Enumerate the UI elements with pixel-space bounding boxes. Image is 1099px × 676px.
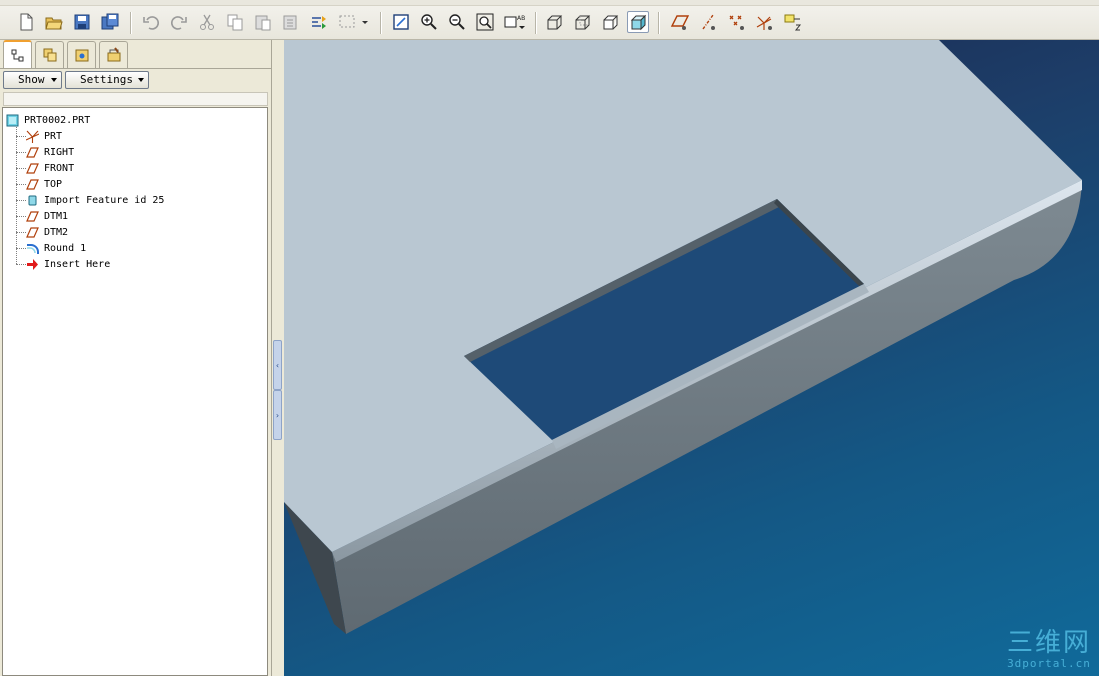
navigator-panel: Show Settings PRT0002.PRT PRT RIGHT FRON… bbox=[0, 40, 271, 676]
repaint-icon[interactable] bbox=[390, 11, 412, 33]
chevron-down-icon bbox=[138, 78, 144, 82]
watermark-url: 3dportal.cn bbox=[1007, 657, 1091, 670]
datum-planes-icon[interactable] bbox=[668, 11, 692, 33]
favorites-tab[interactable] bbox=[99, 41, 128, 68]
watermark: 三维网 3dportal.cn bbox=[1007, 629, 1091, 670]
chevron-down-icon bbox=[51, 78, 57, 82]
tree-connector bbox=[16, 122, 17, 264]
paste-icon[interactable] bbox=[252, 11, 274, 33]
collapse-left-button[interactable]: ‹ bbox=[273, 340, 282, 390]
hidden-line-icon[interactable] bbox=[571, 11, 593, 33]
watermark-title: 三维网 bbox=[1006, 628, 1091, 658]
tree-item-label: FRONT bbox=[44, 162, 75, 174]
copy-icon[interactable] bbox=[224, 11, 246, 33]
select-box-icon[interactable] bbox=[336, 11, 372, 33]
toolbar-separator bbox=[658, 12, 660, 34]
menu-bar-edge bbox=[0, 0, 1099, 6]
tree-item-prt[interactable]: PRT bbox=[25, 128, 62, 144]
settings-label: Settings bbox=[80, 73, 133, 86]
tree-item-label: Import Feature id 25 bbox=[44, 194, 165, 206]
tree-item-front[interactable]: FRONT bbox=[25, 160, 74, 176]
import-feature-icon bbox=[25, 193, 39, 207]
model-tree-tab[interactable] bbox=[3, 40, 32, 69]
model-tree: PRT0002.PRT PRT RIGHT FRONT TOP Import F… bbox=[2, 107, 268, 676]
refit-icon[interactable] bbox=[474, 11, 496, 33]
datum-axes-icon[interactable] bbox=[697, 11, 721, 33]
datum-points-icon[interactable] bbox=[725, 11, 749, 33]
tree-item-label: RIGHT bbox=[44, 146, 75, 158]
saved-views-icon[interactable]: AB bbox=[502, 11, 528, 33]
redo-icon[interactable] bbox=[168, 11, 190, 33]
open-icon[interactable] bbox=[43, 11, 65, 33]
tree-item-label: TOP bbox=[44, 178, 63, 190]
datum-plane-icon bbox=[25, 209, 39, 223]
annotations-icon[interactable] bbox=[781, 11, 805, 33]
wireframe-icon[interactable] bbox=[543, 11, 565, 33]
tree-item-label: DTM1 bbox=[44, 210, 69, 222]
favorites-icon bbox=[107, 47, 120, 62]
tree-item-import-feature[interactable]: Import Feature id 25 bbox=[25, 192, 164, 208]
app-window: AB Show Settings PRT0002.PRT PRT RIGHT F… bbox=[0, 0, 1099, 676]
toolbar-separator bbox=[535, 12, 537, 34]
main-toolbar: AB bbox=[0, 0, 1099, 40]
tree-item-label: Round 1 bbox=[44, 242, 87, 254]
cut-icon[interactable] bbox=[196, 11, 218, 33]
graphics-viewport[interactable]: 三维网 3dportal.cn bbox=[284, 40, 1099, 676]
no-hidden-icon[interactable] bbox=[599, 11, 621, 33]
datum-plane-icon bbox=[25, 145, 39, 159]
settings-dropdown[interactable]: Settings bbox=[65, 71, 149, 89]
tree-item-dtm2[interactable]: DTM2 bbox=[25, 224, 68, 240]
regenerate-icon[interactable] bbox=[308, 11, 330, 33]
new-icon[interactable] bbox=[15, 11, 37, 33]
zoom-in-icon[interactable] bbox=[418, 11, 440, 33]
round-icon bbox=[25, 241, 39, 255]
model-tree-icon bbox=[11, 49, 23, 61]
coord-sys-icon[interactable] bbox=[753, 11, 777, 33]
tree-item-insert-here[interactable]: Insert Here bbox=[25, 256, 110, 272]
tree-item-right[interactable]: RIGHT bbox=[25, 144, 74, 160]
layers-icon bbox=[43, 48, 56, 62]
svg-text:AB: AB bbox=[517, 15, 525, 22]
toolbar-separator bbox=[380, 12, 382, 34]
tree-item-label: DTM2 bbox=[44, 226, 69, 238]
tree-item-round[interactable]: Round 1 bbox=[25, 240, 86, 256]
toolbar-separator bbox=[130, 12, 132, 34]
layers-tab[interactable] bbox=[35, 41, 64, 68]
datum-plane-icon bbox=[25, 161, 39, 175]
insert-arrow-icon bbox=[25, 257, 39, 271]
save-icon[interactable] bbox=[71, 11, 93, 33]
tree-item-label: PRT bbox=[44, 130, 63, 142]
tree-item-label: Insert Here bbox=[44, 258, 111, 270]
tree-item-dtm1[interactable]: DTM1 bbox=[25, 208, 68, 224]
tree-column-header bbox=[3, 92, 268, 106]
datum-plane-icon bbox=[25, 177, 39, 191]
show-dropdown[interactable]: Show bbox=[3, 71, 62, 89]
folder-browser-tab[interactable] bbox=[67, 41, 96, 68]
datum-plane-icon bbox=[25, 225, 39, 239]
tree-root[interactable]: PRT0002.PRT bbox=[5, 112, 90, 128]
part-model bbox=[284, 40, 1082, 634]
tree-root-label: PRT0002.PRT bbox=[24, 114, 91, 126]
tab-underline bbox=[0, 68, 271, 69]
paste-special-icon[interactable] bbox=[280, 11, 302, 33]
part-icon bbox=[5, 113, 19, 127]
tree-item-top[interactable]: TOP bbox=[25, 176, 62, 192]
show-label: Show bbox=[18, 73, 45, 86]
folder-browser-icon bbox=[75, 49, 88, 62]
panel-splitter[interactable]: ‹ › bbox=[271, 40, 284, 676]
undo-icon[interactable] bbox=[140, 11, 162, 33]
save-copy-icon[interactable] bbox=[99, 11, 121, 33]
shading-icon[interactable] bbox=[627, 11, 649, 33]
zoom-out-icon[interactable] bbox=[446, 11, 468, 33]
expand-right-button[interactable]: › bbox=[273, 390, 282, 440]
csys-icon bbox=[25, 129, 39, 143]
